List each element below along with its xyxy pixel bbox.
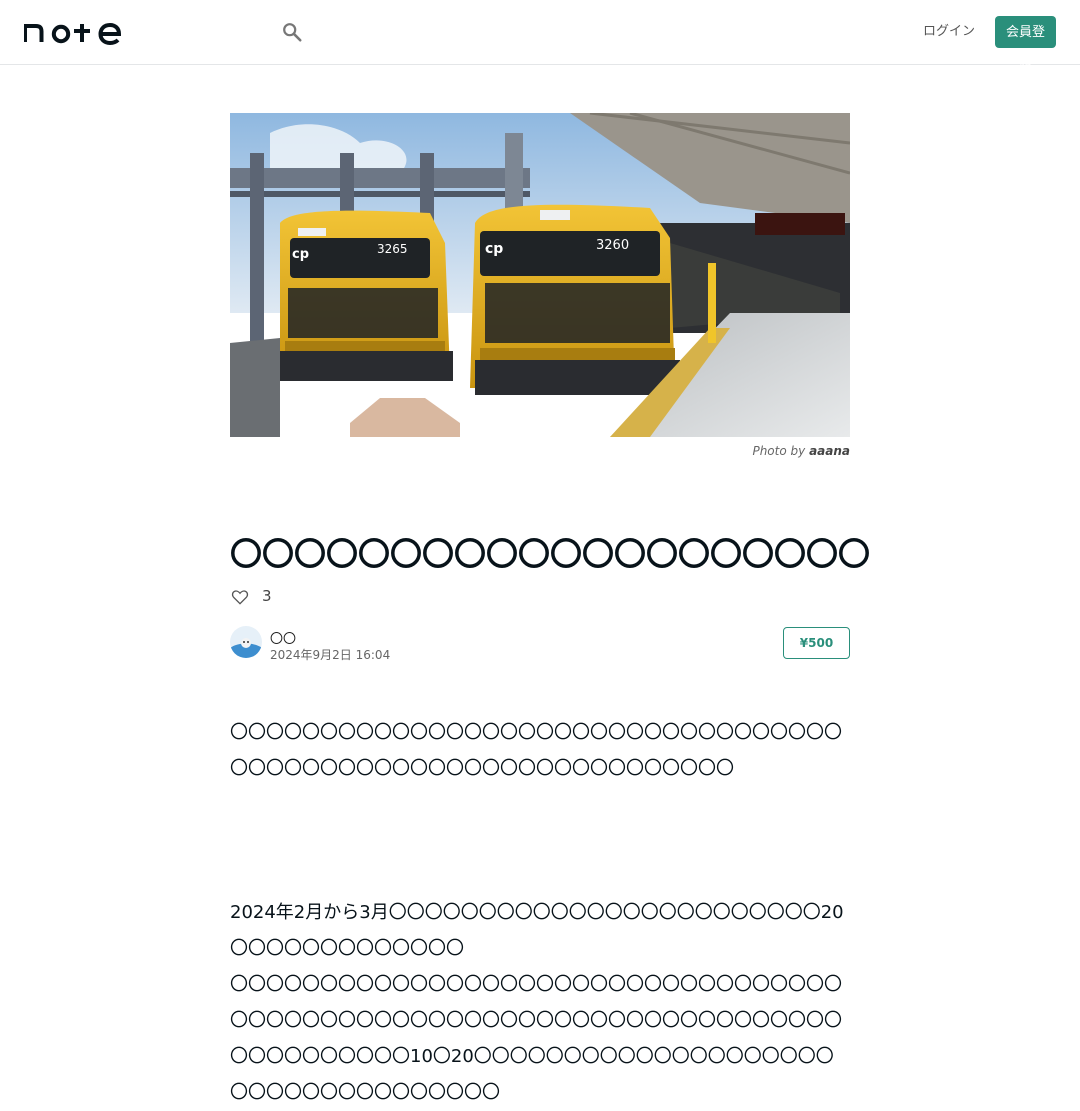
svg-text:cp: cp [292, 247, 309, 262]
author-name[interactable]: 〇〇 [270, 628, 296, 647]
article-paragraph-1: 〇〇〇〇〇〇〇〇〇〇〇〇〇〇〇〇〇〇〇〇〇〇〇〇〇〇〇〇〇〇〇〇〇〇〇〇〇〇〇〇… [230, 722, 842, 779]
note-logo[interactable] [23, 18, 124, 50]
train-photo: 3265 cp 3260 cp [230, 113, 850, 437]
post-date: 2024年9月2日 16:04 [270, 648, 391, 662]
train-number-right: 3260 [596, 238, 629, 253]
article-paragraph-3: 〇〇〇〇〇〇〇〇〇〇〇〇〇〇〇〇〇〇〇〇〇〇〇〇〇〇〇〇〇〇〇〇〇〇〇〇〇〇〇〇… [230, 974, 842, 1103]
note-logo-mark [23, 22, 122, 46]
site-header: ログイン 会員登録 [0, 0, 1080, 72]
like-count: 3 [262, 587, 272, 605]
article-title: 〇〇〇〇〇〇〇〇〇〇〇〇〇〇〇〇〇〇〇〇 [230, 535, 871, 573]
heart-icon[interactable] [230, 587, 250, 607]
photo-credit: Photo by aaana [650, 444, 850, 458]
login-link[interactable]: ログイン [922, 16, 976, 48]
eyecatch-image: 3265 cp 3260 cp [230, 113, 850, 437]
photo-credit-author[interactable]: aaana [809, 444, 850, 458]
photo-credit-prefix: Photo by [752, 444, 806, 458]
signup-button[interactable]: 会員登録 [995, 16, 1056, 72]
price-button[interactable]: ¥500 [783, 627, 850, 659]
avatar-image [230, 626, 262, 658]
author-avatar[interactable] [230, 626, 262, 658]
search-icon[interactable] [281, 21, 303, 43]
svg-text:cp: cp [485, 241, 503, 257]
train-number-left: 3265 [377, 242, 408, 256]
article-paragraph-2: 2024年2月から3月〇〇〇〇〇〇〇〇〇〇〇〇〇〇〇〇〇〇〇〇〇〇〇〇20〇〇〇… [230, 902, 844, 959]
